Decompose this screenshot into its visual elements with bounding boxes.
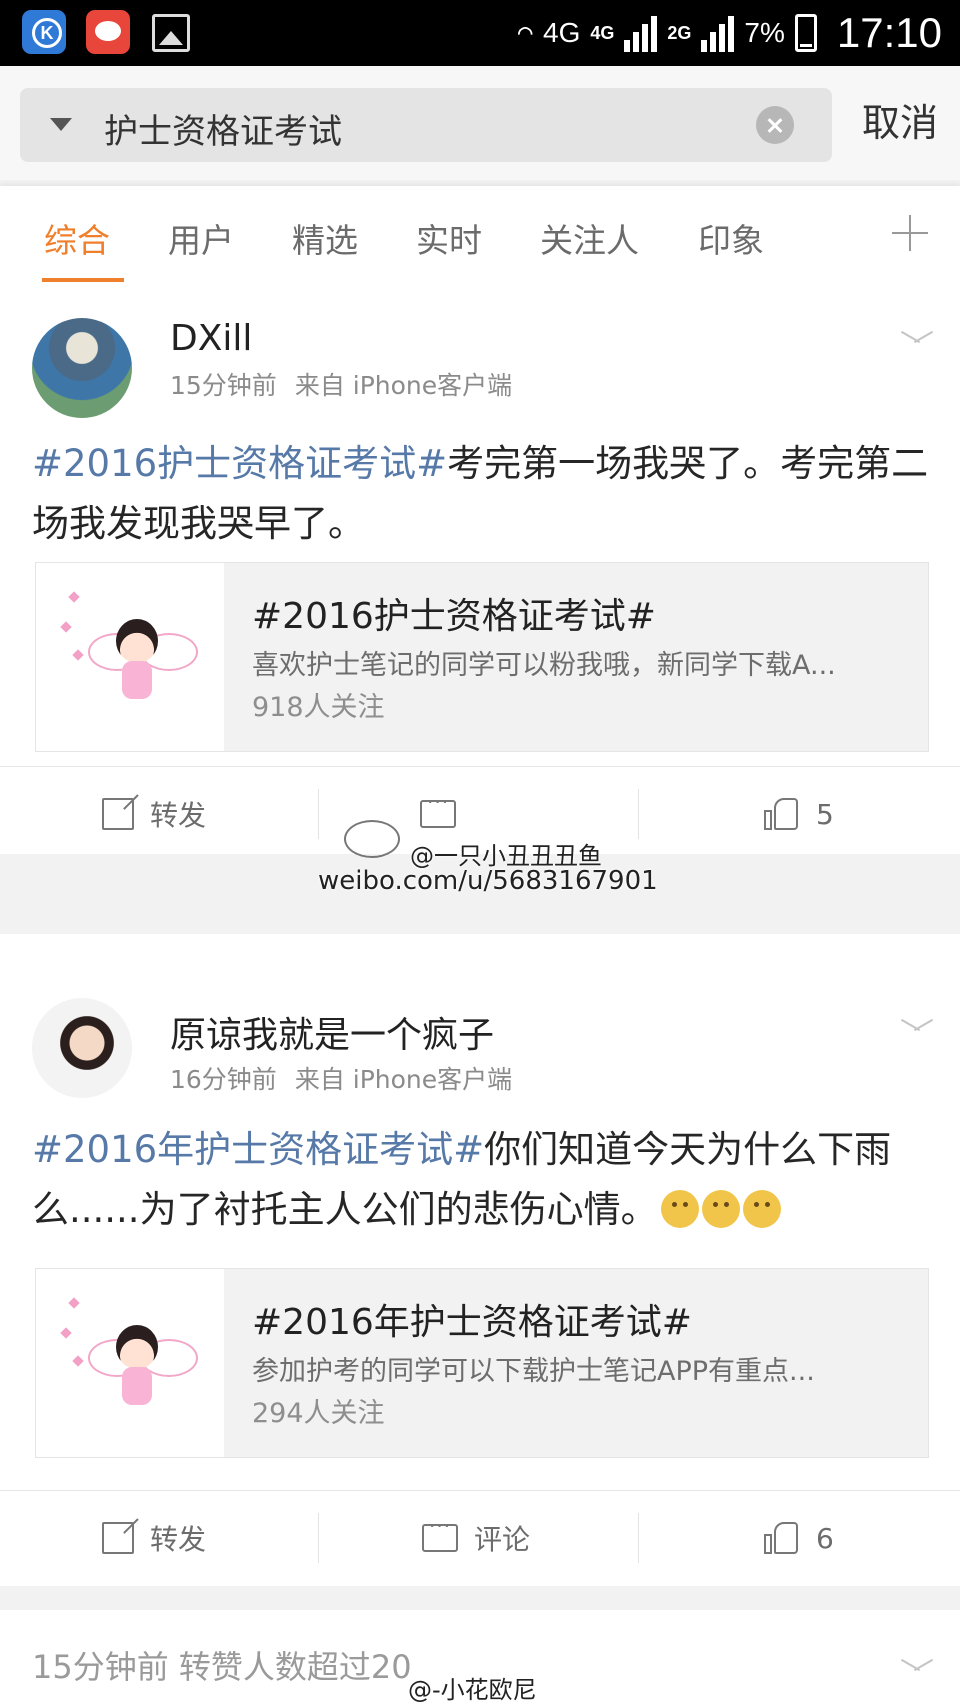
- star-icon: [72, 649, 84, 661]
- comment-label: 评论: [474, 1523, 531, 1556]
- like-button[interactable]: 5: [764, 767, 834, 861]
- post-card[interactable]: 原谅我就是一个疯子 16分钟前 来自 iPhone客户端 #2016年护士资格证考…: [0, 934, 960, 1586]
- doge-emoji-icon: [742, 1190, 781, 1228]
- tab-fade: [800, 206, 860, 266]
- repost-button[interactable]: 转发: [102, 1491, 206, 1585]
- share-icon: [102, 1522, 134, 1554]
- weibo-logo-icon: [344, 820, 400, 858]
- post-actions: 转发 评论 6: [0, 1490, 960, 1585]
- battery-icon: [794, 14, 817, 52]
- search-input[interactable]: 护士资格证考试: [20, 88, 832, 162]
- username[interactable]: 原谅我就是一个疯子: [170, 1006, 494, 1058]
- tab-realtime[interactable]: 实时: [416, 214, 482, 262]
- fairy-body: [122, 1367, 152, 1405]
- gallery-icon: [152, 14, 190, 52]
- post-meta: 15分钟前 来自 iPhone客户端: [170, 366, 512, 402]
- divider: [638, 1513, 639, 1563]
- cancel-button[interactable]: 取消: [862, 92, 938, 147]
- doge-emoji-icon: [660, 1190, 699, 1228]
- fairy-head: [116, 1325, 158, 1369]
- topic-title: #2016护士资格证考试#: [252, 596, 656, 637]
- share-icon: [102, 798, 134, 830]
- search-header: 护士资格证考试 取消: [0, 66, 960, 180]
- network-label-b: 4G: [590, 22, 615, 43]
- repost-label: 转发: [150, 799, 207, 832]
- divider: [318, 1513, 319, 1563]
- star-icon: [60, 621, 72, 633]
- comment-icon: [420, 790, 456, 828]
- like-count: 6: [816, 1521, 834, 1555]
- wechat-app-icon: [86, 10, 130, 54]
- footer-notice: 15分钟前 转赞人数超过20: [32, 1648, 412, 1686]
- topic-card[interactable]: #2016护士资格证考试# 喜欢护士笔记的同学可以粉我哦，新同学下载A... 9…: [35, 562, 929, 752]
- post-text: #2016年护士资格证考试#你们知道今天为什么下雨么......为了衬托主人公们…: [32, 1120, 932, 1240]
- clear-search-button[interactable]: [756, 106, 794, 144]
- chevron-down-icon[interactable]: [900, 1656, 934, 1674]
- signal-icon: [624, 14, 658, 52]
- search-query[interactable]: 护士资格证考试: [104, 104, 342, 153]
- chevron-down-icon[interactable]: [900, 1016, 934, 1034]
- signal-icon-2: [701, 14, 735, 52]
- tab-users[interactable]: 用户: [168, 214, 234, 262]
- post-source: 来自 iPhone客户端: [294, 1065, 513, 1094]
- network-label-c: 2G: [667, 22, 692, 43]
- hashtag-link[interactable]: #2016年护士资格证考试#: [32, 1128, 484, 1171]
- add-tab-plus-icon[interactable]: [892, 215, 928, 251]
- post-card[interactable]: DXill 15分钟前 来自 iPhone客户端 #2016护士资格证考试#考完第…: [0, 282, 960, 854]
- topic-followers: 294人关注: [252, 1398, 385, 1429]
- comment-icon: [422, 1514, 458, 1552]
- topic-card[interactable]: #2016年护士资格证考试# 参加护考的同学可以下载护士笔记APP有重点... …: [35, 1268, 929, 1458]
- status-bar: ◠ 4G 4G 2G 7% 17:10: [0, 0, 960, 66]
- post-text: #2016护士资格证考试#考完第一场我哭了。考完第二场我发现我哭早了。: [32, 434, 932, 554]
- watermark-bottom: @-小花欧尼: [408, 1676, 537, 1704]
- topic-title: #2016年护士资格证考试#: [252, 1302, 692, 1343]
- star-icon: [72, 1355, 84, 1367]
- chevron-down-icon[interactable]: [900, 328, 934, 346]
- topic-description: 喜欢护士笔记的同学可以粉我哦，新同学下载A...: [252, 650, 836, 681]
- hashtag-link[interactable]: #2016护士资格证考试#: [32, 442, 447, 485]
- like-icon: [764, 1520, 800, 1556]
- search-type-dropdown-icon[interactable]: [50, 118, 72, 131]
- clock: 17:10: [836, 9, 942, 56]
- star-icon: [60, 1327, 72, 1339]
- post-meta: 16分钟前 来自 iPhone客户端: [170, 1060, 512, 1096]
- topic-followers: 918人关注: [252, 692, 385, 723]
- fairy-head: [116, 619, 158, 663]
- tab-featured[interactable]: 精选: [292, 214, 358, 262]
- status-indicators: ◠ 4G 4G 2G 7% 17:10: [517, 0, 942, 66]
- username[interactable]: DXill: [170, 318, 252, 359]
- star-icon: [68, 591, 80, 603]
- fairy-body: [122, 661, 152, 699]
- tab-comprehensive[interactable]: 综合: [44, 214, 110, 262]
- tab-impression[interactable]: 印象: [698, 214, 764, 262]
- post-time: 15分钟前: [170, 371, 277, 400]
- topic-thumbnail: [36, 563, 224, 751]
- wifi-icon: ◠: [517, 22, 534, 43]
- avatar[interactable]: [32, 998, 132, 1098]
- tab-following[interactable]: 关注人: [540, 214, 639, 262]
- like-button[interactable]: 6: [764, 1491, 834, 1585]
- divider: [638, 789, 639, 839]
- battery-percent: 7%: [744, 17, 785, 48]
- divider: [318, 789, 319, 839]
- search-tabs: 综合 用户 精选 实时 关注人 印象: [0, 186, 960, 284]
- topic-description: 参加护考的同学可以下载护士笔记APP有重点...: [252, 1356, 815, 1387]
- repost-label: 转发: [150, 1523, 207, 1556]
- kugou-app-icon: [22, 10, 66, 54]
- doge-emoji-icon: [701, 1190, 740, 1228]
- post-source: 来自 iPhone客户端: [294, 371, 513, 400]
- star-icon: [68, 1297, 80, 1309]
- comment-button[interactable]: 评论: [422, 1491, 530, 1585]
- avatar[interactable]: [32, 318, 132, 418]
- post-time: 16分钟前: [170, 1065, 277, 1094]
- repost-button[interactable]: 转发: [102, 767, 206, 861]
- network-label-a: 4G: [543, 17, 581, 48]
- topic-thumbnail: [36, 1269, 224, 1457]
- like-icon: [764, 796, 800, 832]
- watermark-url: weibo.com/u/5683167901: [318, 866, 658, 896]
- like-count: 5: [816, 797, 834, 831]
